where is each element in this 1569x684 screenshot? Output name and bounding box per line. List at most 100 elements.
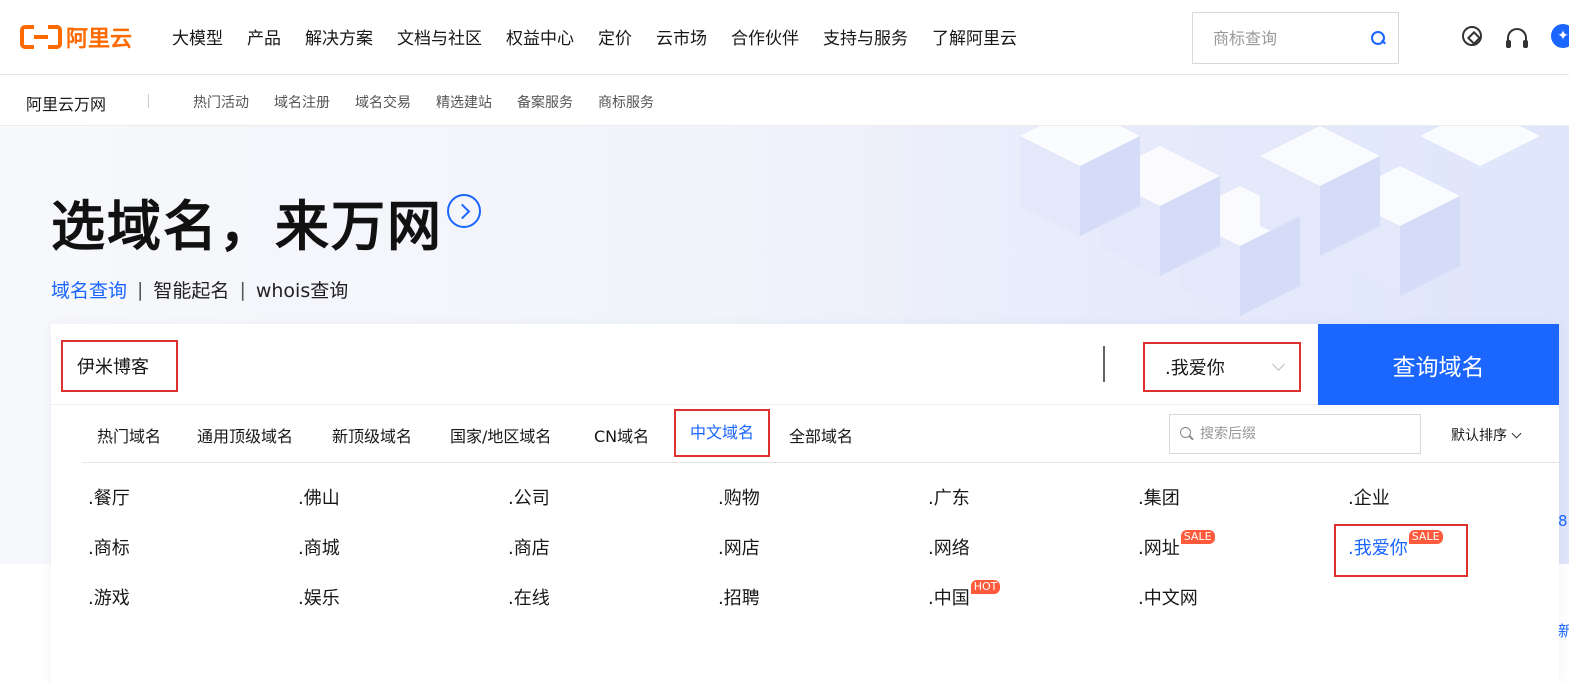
suffix-option-label: .集团 [1138, 488, 1180, 509]
suffix-option[interactable]: .招聘 [718, 584, 760, 610]
suffix-filter-box [1169, 414, 1421, 454]
hot-badge: HOT [970, 580, 1001, 594]
subnav-link-register[interactable]: 域名注册 [274, 92, 330, 112]
nav-item-pricing[interactable]: 定价 [598, 24, 632, 49]
suffix-option-label: .网店 [718, 538, 760, 559]
suffix-option-label: .购物 [718, 488, 760, 509]
subnav-brand[interactable]: 阿里云万网 [26, 91, 106, 115]
subnav-link-trademark[interactable]: 商标服务 [598, 92, 654, 112]
suffix-option[interactable]: .餐厅 [88, 484, 130, 510]
suffix-option-label: .娱乐 [298, 588, 340, 609]
suffix-option[interactable]: .网络 [928, 534, 970, 560]
subnav-link-site[interactable]: 精选建站 [436, 92, 492, 112]
hero-link-separator: | [137, 278, 144, 301]
hero-link-whois[interactable]: whois查询 [256, 276, 348, 303]
suffix-select-value: .我爱你 [1165, 358, 1225, 379]
suffix-option-label: .广东 [928, 488, 970, 509]
suffix-option[interactable]: .广东 [928, 484, 970, 510]
nav-item-solutions[interactable]: 解决方案 [305, 24, 373, 49]
suffix-option[interactable]: .佛山 [298, 484, 340, 510]
main-nav: 大模型 产品 解决方案 文档与社区 权益中心 定价 云市场 合作伙伴 支持与服务… [172, 24, 1041, 49]
suffix-option[interactable]: .游戏 [88, 584, 130, 610]
suffix-option[interactable]: .中文网 [1138, 584, 1198, 610]
suffix-option[interactable]: .中国HOT [928, 580, 1001, 610]
hero-link-smart-naming[interactable]: 智能起名 [153, 276, 229, 303]
chevron-down-icon [1511, 428, 1522, 439]
suffix-option-label: .佛山 [298, 488, 340, 509]
suffix-option[interactable]: .商标 [88, 534, 130, 560]
nav-item-benefits[interactable]: 权益中心 [506, 24, 574, 49]
aliyun-logo-icon [20, 25, 62, 49]
selected-suffix-highlight [1334, 524, 1468, 577]
nav-item-models[interactable]: 大模型 [172, 24, 223, 49]
subnav-link-icp[interactable]: 备案服务 [517, 92, 573, 112]
suffix-option-label: .游戏 [88, 588, 130, 609]
suffix-option-label: .招聘 [718, 588, 760, 609]
domain-search-panel: 伊米博客 .我爱你 查询域名 热门域名 通用顶级域名 新顶级域名 国家/地区域名… [51, 324, 1559, 684]
suffix-option[interactable]: .在线 [508, 584, 550, 610]
domain-search-bar: 伊米博客 .我爱你 查询域名 [51, 324, 1559, 405]
suffix-option[interactable]: .娱乐 [298, 584, 340, 610]
subnav-link-hot[interactable]: 热门活动 [193, 92, 249, 112]
suffix-option-label: .中文网 [1138, 588, 1198, 609]
tab-hot[interactable]: 热门域名 [97, 423, 161, 447]
nav-item-about[interactable]: 了解阿里云 [932, 24, 1017, 49]
query-domain-button[interactable]: 查询域名 [1318, 324, 1559, 405]
top-search-input[interactable] [1213, 28, 1363, 48]
sort-label: 默认排序 [1451, 428, 1507, 444]
top-navbar: 阿里云 大模型 产品 解决方案 文档与社区 权益中心 定价 云市场 合作伙伴 支… [0, 0, 1569, 75]
edge-text: 新 [1558, 622, 1569, 640]
search-icon [1180, 427, 1194, 441]
tab-cn[interactable]: CN域名 [594, 423, 649, 447]
nav-item-docs[interactable]: 文档与社区 [397, 24, 482, 49]
chevron-down-icon [1272, 358, 1285, 371]
logo-text: 阿里云 [66, 27, 133, 52]
subnav-link-trade[interactable]: 域名交易 [355, 92, 411, 112]
search-icon[interactable] [1370, 30, 1386, 46]
suffix-select[interactable]: .我爱你 [1143, 342, 1301, 392]
nav-item-partners[interactable]: 合作伙伴 [731, 24, 799, 49]
subnav-links: 热门活动 域名注册 域名交易 精选建站 备案服务 商标服务 [193, 92, 679, 112]
nav-item-products[interactable]: 产品 [247, 24, 281, 49]
suffix-option[interactable]: .网店 [718, 534, 760, 560]
suffix-option-label: .中国 [928, 588, 970, 609]
arrow-right-circle-icon[interactable] [447, 194, 481, 228]
hero-links: 域名查询 | 智能起名 | whois查询 [51, 276, 348, 303]
search-divider [1103, 346, 1105, 382]
hero-link-separator: | [239, 278, 246, 301]
nav-item-support[interactable]: 支持与服务 [823, 24, 908, 49]
aliyun-logo[interactable]: 阿里云 [20, 22, 132, 52]
sub-navbar: 阿里云万网 热门活动 域名注册 域名交易 精选建站 备案服务 商标服务 [0, 75, 1569, 126]
suffix-option[interactable]: .网址SALE [1138, 530, 1215, 560]
suffix-option[interactable]: .企业 [1348, 484, 1390, 510]
tab-all[interactable]: 全部域名 [789, 423, 853, 447]
tab-country-tld[interactable]: 国家/地区域名 [450, 423, 551, 447]
suffix-option[interactable]: .集团 [1138, 484, 1180, 510]
suffix-option-label: .企业 [1348, 488, 1390, 509]
sale-badge: SALE [1180, 530, 1215, 544]
suffix-option[interactable]: .购物 [718, 484, 760, 510]
suffix-filter-input[interactable] [1200, 426, 1400, 442]
hero-title: 选域名，来万网 [51, 195, 443, 258]
sort-dropdown[interactable]: 默认排序 [1451, 425, 1522, 445]
suffix-option[interactable]: .商城 [298, 534, 340, 560]
edge-text: 8 [1558, 512, 1568, 530]
suffix-category-tabs: 热门域名 通用顶级域名 新顶级域名 国家/地区域名 CN域名 中文域名 全部域名… [82, 405, 1559, 463]
tab-chinese[interactable]: 中文域名 [674, 409, 771, 457]
hero-cubes-decoration [1020, 126, 1540, 316]
suffix-option[interactable]: .公司 [508, 484, 550, 510]
subnav-divider [148, 94, 149, 108]
suffix-option-label: .网络 [928, 538, 970, 559]
suffix-option[interactable]: .商店 [508, 534, 550, 560]
headset-icon[interactable] [1506, 28, 1528, 48]
top-search-box [1192, 12, 1399, 64]
suffix-option-label: .网址 [1138, 538, 1180, 559]
nav-item-marketplace[interactable]: 云市场 [656, 24, 707, 49]
suffix-option-label: .商标 [88, 538, 130, 559]
tab-generic-tld[interactable]: 通用顶级域名 [197, 423, 293, 447]
compass-icon[interactable] [1462, 26, 1482, 46]
ai-assistant-icon[interactable]: ✦ [1551, 24, 1569, 48]
hero-link-domain-query[interactable]: 域名查询 [51, 276, 127, 303]
tab-new-tld[interactable]: 新顶级域名 [332, 423, 412, 447]
domain-name-input[interactable]: 伊米博客 [61, 340, 178, 392]
